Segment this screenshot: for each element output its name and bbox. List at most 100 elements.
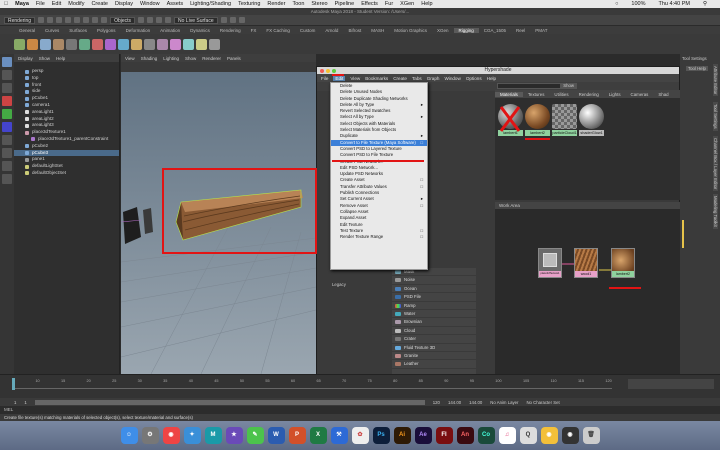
minimize-window-button[interactable] <box>326 68 330 73</box>
shelf-tab[interactable]: Motion Graphics <box>389 28 432 33</box>
menu-file[interactable]: File <box>36 1 45 7</box>
mirror-joint-icon[interactable] <box>53 38 64 50</box>
hs-menu-edit[interactable]: Edit <box>333 75 346 81</box>
node-lambert2[interactable]: lambert2 <box>611 248 635 278</box>
objects-select[interactable]: Objects <box>110 16 136 24</box>
menu-pipeline[interactable]: Pipeline <box>335 1 355 7</box>
parent-constraint-icon[interactable] <box>131 38 142 50</box>
shelf-tab[interactable]: Polygons <box>92 28 121 33</box>
hs-menu-create[interactable]: Create <box>393 76 407 81</box>
maya-icon[interactable]: M <box>204 427 222 444</box>
outliner-item[interactable]: defaultObjectSet <box>14 170 119 177</box>
tab-shad[interactable]: Shad <box>653 92 673 97</box>
outliner-item[interactable]: side <box>14 88 119 95</box>
hs-menu-file[interactable]: File <box>321 76 328 81</box>
range-start-2[interactable]: 1 <box>24 400 26 405</box>
tab-textures[interactable]: Textures <box>523 92 550 97</box>
hs-menu-view[interactable]: View <box>350 76 360 81</box>
menu-display[interactable]: Display <box>115 1 133 7</box>
menu-render[interactable]: Render <box>267 1 285 7</box>
layout-graph-icon[interactable] <box>2 174 12 184</box>
animate-icon[interactable]: An <box>456 427 474 444</box>
pole-vector-icon[interactable] <box>157 38 168 50</box>
snap-view-icon[interactable] <box>165 17 172 23</box>
range-bar[interactable] <box>34 399 425 405</box>
shelf-tab[interactable]: Bifrost <box>343 28 366 33</box>
node-list-item[interactable]: Granite <box>392 352 476 361</box>
chrome-icon[interactable]: ◉ <box>162 427 180 444</box>
shelf-tab[interactable]: Reel <box>511 28 530 33</box>
command-line[interactable]: MEL <box>0 406 720 414</box>
zoom-window-button[interactable] <box>332 68 336 73</box>
scroll-marker[interactable] <box>682 220 684 248</box>
outliner-item[interactable]: areaLight1 <box>14 109 119 116</box>
tab-modeling-toolkit[interactable]: Modeling Toolkit <box>713 194 718 229</box>
shelf-tab[interactable]: Arnold <box>320 28 343 33</box>
viewport-menu-renderer[interactable]: Renderer <box>202 56 221 61</box>
render-settings-icon[interactable] <box>238 17 245 23</box>
orient-joint-icon[interactable] <box>66 38 77 50</box>
lattice-icon[interactable] <box>183 38 194 50</box>
outliner-item[interactable]: place3dTexture1_parentConstraint <box>14 136 119 143</box>
shelf-tab-active[interactable]: Rigging <box>453 27 479 33</box>
powerpoint-icon[interactable]: P <box>288 427 306 444</box>
shelf-tab[interactable]: Animation <box>155 28 185 33</box>
excel-icon[interactable]: X <box>309 427 327 444</box>
trash-icon[interactable]: 🗑 <box>582 427 600 444</box>
ipr-icon[interactable] <box>229 17 236 23</box>
photos-icon[interactable]: ✿ <box>351 427 369 444</box>
clock[interactable]: Thu 4:40 PM <box>658 1 690 7</box>
joint-tool-icon[interactable] <box>14 38 25 50</box>
hs-menu-tabs[interactable]: Tabs <box>412 76 422 81</box>
snap-curve-icon[interactable] <box>147 17 154 23</box>
show-button[interactable]: Show <box>560 83 577 89</box>
playback-controls[interactable] <box>628 379 714 389</box>
ik-spline-icon[interactable] <box>40 38 51 50</box>
quicktime-icon[interactable]: Q <box>519 427 537 444</box>
select-object-icon[interactable] <box>92 17 99 23</box>
hs-menu-help[interactable]: Help <box>487 76 496 81</box>
tab-rendering[interactable]: Rendering <box>574 92 604 97</box>
close-window-button[interactable] <box>320 68 324 73</box>
snap-grid-icon[interactable] <box>138 17 145 23</box>
browser-search-input[interactable] <box>497 83 561 89</box>
range-end-max[interactable]: 144.00 <box>448 400 461 405</box>
character-set-select[interactable]: No Character Set <box>526 400 559 405</box>
hypershade-work-area[interactable]: Work Area place3dTexture1 wood1 lambert2 <box>495 202 680 378</box>
wifi-icon[interactable]: ○ <box>615 1 618 7</box>
outliner-item[interactable]: areaLight3 <box>14 122 119 129</box>
shelf-tab[interactable]: CGA_1505 <box>479 28 511 33</box>
shelf-tab[interactable]: Custom <box>295 28 321 33</box>
redo-icon[interactable] <box>74 17 81 23</box>
save-scene-icon[interactable] <box>56 17 63 23</box>
viewport-menu-show[interactable]: Show <box>185 56 196 61</box>
new-scene-icon[interactable] <box>38 17 45 23</box>
render-icon[interactable] <box>220 17 227 23</box>
node-list-item[interactable]: PSD File <box>392 293 476 302</box>
outliner-item[interactable]: camera1 <box>14 102 119 109</box>
layout-four-icon[interactable] <box>2 148 12 158</box>
launchpad-icon[interactable]: ⚙ <box>141 427 159 444</box>
tab-channel-box[interactable]: Channel Box / Layer Editor <box>713 136 718 192</box>
shelf-tab[interactable]: Surfaces <box>64 28 92 33</box>
menu-xgen[interactable]: XGen <box>400 1 414 7</box>
dark-box-object[interactable] <box>123 207 141 244</box>
current-frame-marker[interactable] <box>12 378 15 390</box>
music-icon[interactable]: ♫ <box>498 427 516 444</box>
viewport-menu-shading[interactable]: Shading <box>141 56 158 61</box>
point-constraint-icon[interactable] <box>105 38 116 50</box>
outliner-item[interactable]: place3dTexture1 <box>14 129 119 136</box>
flash-icon[interactable]: Fl <box>435 427 453 444</box>
layout-single-icon[interactable] <box>2 135 12 145</box>
xcode-icon[interactable]: ⚒ <box>330 427 348 444</box>
bind-skin-icon[interactable] <box>79 38 90 50</box>
live-surface-select[interactable]: No Live Surface <box>174 16 218 24</box>
viewport-menu-panels[interactable]: Panels <box>227 56 241 61</box>
menu-edit[interactable]: Edit <box>52 1 61 7</box>
menu-create[interactable]: Create <box>91 1 108 7</box>
viewport-toolbar[interactable] <box>121 62 316 72</box>
node-list-item[interactable]: Leather <box>392 360 476 369</box>
photoshop-icon[interactable]: Ps <box>372 427 390 444</box>
select-tool-icon[interactable] <box>2 57 12 67</box>
search-icon[interactable]: ⚲ <box>703 1 707 7</box>
